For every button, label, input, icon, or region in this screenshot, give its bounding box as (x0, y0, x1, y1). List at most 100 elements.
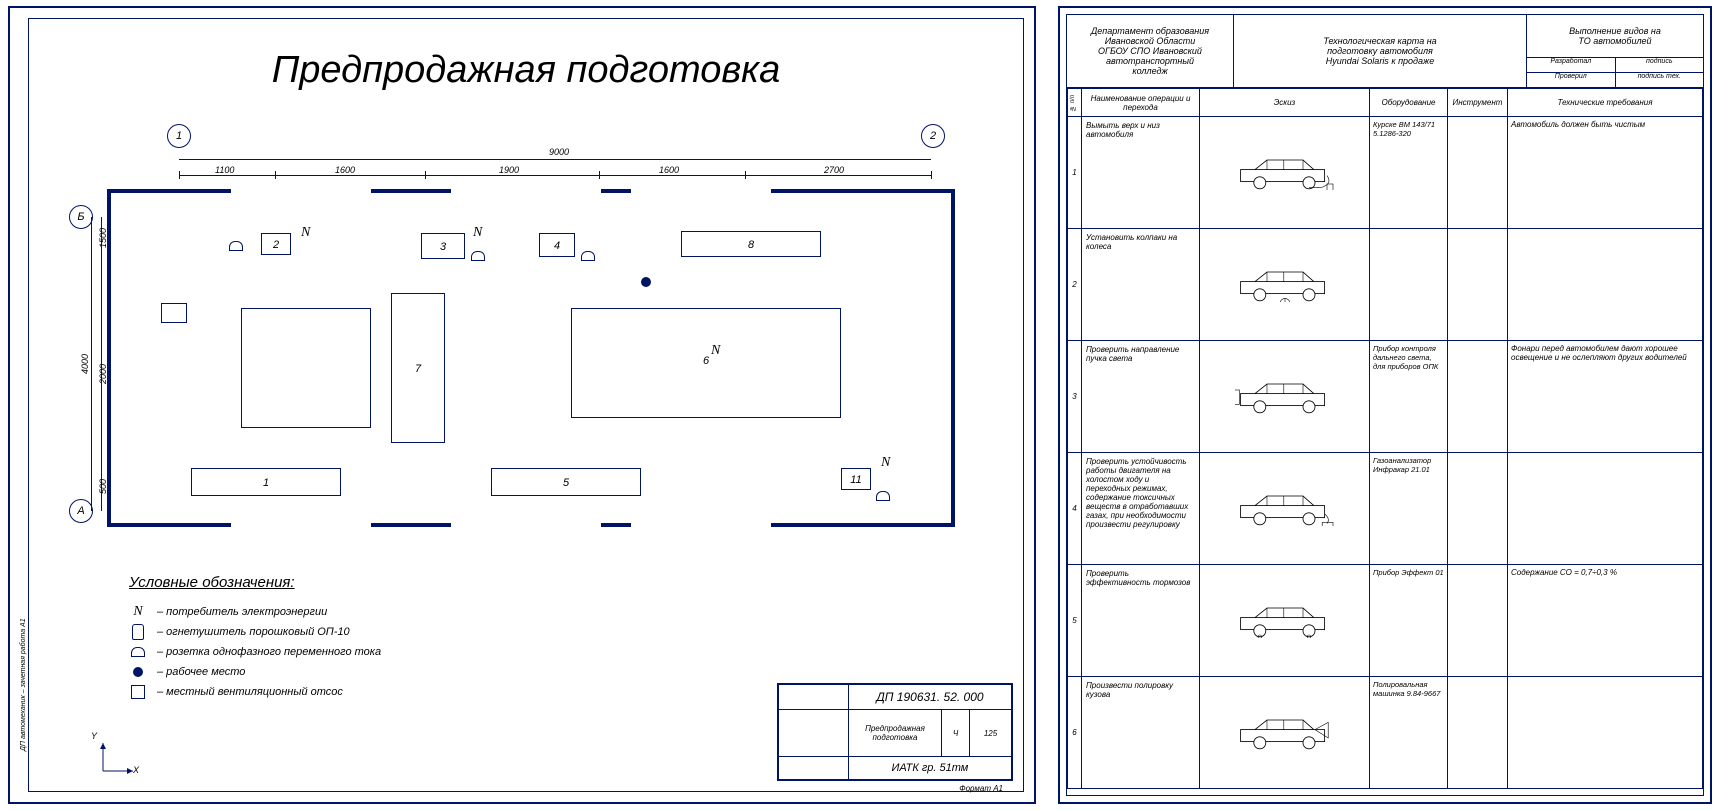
socket-icon (581, 251, 595, 261)
dim-total-h: 4000 (80, 354, 90, 374)
title-block: ДП 190631. 52. 000 Предпродажнаяподготов… (777, 683, 1013, 781)
workplace-icon (641, 277, 651, 287)
block-5: 5 (491, 468, 641, 496)
col-op: Наименование операции и перехода (1082, 89, 1200, 117)
stamp-school: ИАТК гр. 51тм (848, 756, 1011, 779)
table-row: 4Проверить устойчивость работы двигателя… (1068, 453, 1703, 565)
cell-tool (1448, 677, 1508, 789)
cell-equip: Газоанализатор Инфракар 21.01 (1370, 453, 1448, 565)
legend-label: – розетка однофазного переменного тока (157, 646, 381, 658)
grid-balloon-2: 2 (921, 124, 945, 148)
cell-tool (1448, 565, 1508, 677)
cell-sketch (1200, 117, 1370, 229)
cell-n: 2 (1068, 229, 1082, 341)
energy-consumer-icon: N (301, 225, 310, 241)
tech-card-sheet: Департамент образования Ивановской Облас… (1058, 6, 1712, 804)
drawing-sheet-left: Предпродажная подготовка ДП автомеханик … (8, 6, 1036, 804)
table-row: 5Проверить эффективность тормозов Прибор… (1068, 565, 1703, 677)
cell-op: Произвести полировку кузова (1082, 677, 1200, 789)
cell-tool (1448, 341, 1508, 453)
cell-tool (1448, 117, 1508, 229)
block-3: 3 (421, 233, 465, 259)
table-row: 1Вымыть верх и низ автомобиля Курске ВМ … (1068, 117, 1703, 229)
legend-symbol (129, 645, 147, 659)
col-tool: Инструмент (1448, 89, 1508, 117)
legend-label: – местный вентиляционный отсос (157, 686, 343, 698)
axis-x: X (133, 765, 139, 775)
stamp-code: ДП 190631. 52. 000 (848, 685, 1011, 710)
block-2: 2 (261, 233, 291, 255)
cell-n: 3 (1068, 341, 1082, 453)
cell-op: Вымыть верх и низ автомобиля (1082, 117, 1200, 229)
side-label: ДП автомеханик – зачетная работа А1 (20, 618, 27, 751)
cell-req: Автомобиль должен быть чистым (1508, 117, 1703, 229)
cell-req (1508, 677, 1703, 789)
cell-req: Содержание СО = 0,7÷0,3 % (1508, 565, 1703, 677)
dim-h2: 2000 (98, 364, 108, 384)
cell-tool (1448, 453, 1508, 565)
cell-sketch (1200, 565, 1370, 677)
legend: Условные обозначения: N– потребитель эле… (129, 574, 381, 705)
axis-origin (97, 737, 137, 779)
cell-op: Проверить эффективность тормозов (1082, 565, 1200, 677)
cell-sketch (1200, 341, 1370, 453)
table-row: 3Проверить направление пучка света Прибо… (1068, 341, 1703, 453)
cell-equip (1370, 229, 1448, 341)
cell-equip: Полировальная машинка 9.84-9667 (1370, 677, 1448, 789)
cell-sketch (1200, 677, 1370, 789)
cell-n: 6 (1068, 677, 1082, 789)
col-equip: Оборудование (1370, 89, 1448, 117)
legend-title: Условные обозначения: (129, 574, 381, 591)
dim-seg1: 1100 (215, 165, 234, 175)
block-6: 6 (571, 308, 841, 418)
cell-op: Установить колпаки на колеса (1082, 229, 1200, 341)
dim-line-seg (179, 175, 931, 176)
block-4: 4 (539, 233, 575, 257)
axis-y: Y (91, 731, 97, 741)
card-header: Департамент образования Ивановской Облас… (1067, 15, 1703, 88)
drawing-frame: Предпродажная подготовка ДП автомеханик … (28, 18, 1024, 792)
grid-balloon-1: 1 (167, 124, 191, 148)
cell-req: Фонари перед автомобилем дают хорошее ос… (1508, 341, 1703, 453)
cell-tool (1448, 229, 1508, 341)
col-n: № п/п (1068, 89, 1082, 117)
legend-row: – рабочее место (129, 665, 381, 679)
energy-consumer-icon: N (473, 225, 482, 241)
vent-box (161, 303, 187, 323)
cell-n: 1 (1068, 117, 1082, 229)
cell-req (1508, 453, 1703, 565)
legend-symbol (129, 665, 147, 679)
dim-seg4: 1600 (659, 165, 679, 175)
dim-total-w: 9000 (549, 147, 569, 157)
block-7-body (241, 308, 371, 428)
table-row: 2Установить колпаки на колеса (1068, 229, 1703, 341)
legend-label: – огнетушитель порошковый ОП-10 (157, 626, 350, 638)
legend-row: N– потребитель электроэнергии (129, 605, 381, 619)
legend-row: – розетка однофазного переменного тока (129, 645, 381, 659)
socket-icon (471, 251, 485, 261)
legend-label: – потребитель электроэнергии (157, 606, 327, 618)
block-1: 1 (191, 468, 341, 496)
dim-line-top (179, 159, 931, 160)
legend-row: – местный вентиляционный отсос (129, 685, 381, 699)
cell-op: Проверить направление пучка света (1082, 341, 1200, 453)
dim-h1: 1500 (98, 228, 108, 248)
cell-n: 5 (1068, 565, 1082, 677)
col-req: Технические требования (1508, 89, 1703, 117)
energy-consumer-icon: N (881, 455, 890, 471)
tech-card-frame: Департамент образования Ивановской Облас… (1066, 14, 1704, 796)
block-8: 8 (681, 231, 821, 257)
cell-n: 4 (1068, 453, 1082, 565)
cell-equip: Прибор контроля дальнего света, для приб… (1370, 341, 1448, 453)
block-11: 11 (841, 468, 871, 490)
drawing-title: Предпродажная подготовка (29, 49, 1023, 92)
dim-seg2: 1600 (335, 165, 355, 175)
col-sketch: Эскиз (1200, 89, 1370, 117)
table-row: 6Произвести полировку кузова Полировальн… (1068, 677, 1703, 789)
floor-plan: 1 2 3 4 5 6 7 8 11 N N N N (107, 189, 955, 527)
dim-seg3: 1900 (499, 165, 519, 175)
socket-icon (876, 491, 890, 501)
dim-line-left (91, 217, 92, 511)
legend-symbol (129, 685, 147, 699)
dim-seg5: 2700 (824, 165, 844, 175)
